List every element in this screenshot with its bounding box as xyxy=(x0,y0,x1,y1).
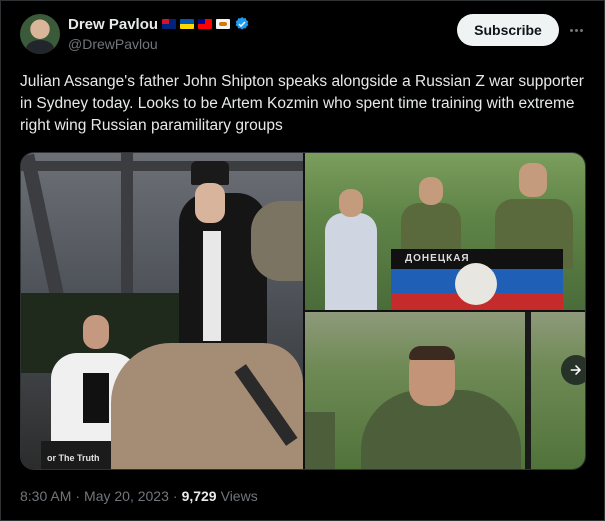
verified-badge-icon[interactable] xyxy=(234,16,250,32)
media-photo-2[interactable]: ДОНЕЦКАЯ xyxy=(305,153,585,310)
cyprus-flag-icon xyxy=(216,19,231,29)
tweet-meta: 8:30 AM · May 20, 2023 · 9,729 Views xyxy=(20,488,258,504)
views-count: 9,729 xyxy=(181,488,217,504)
meta-separator: · xyxy=(75,488,81,504)
subscribe-button[interactable]: Subscribe xyxy=(457,14,559,46)
tweet-text: Julian Assange's father John Shipton spe… xyxy=(20,73,584,134)
australia-flag-icon xyxy=(162,19,177,29)
media-photo-1[interactable]: or The Truth xyxy=(21,153,303,469)
avatar-shirt xyxy=(26,40,54,54)
author-display-name[interactable]: Drew Pavlou xyxy=(68,16,158,33)
media-photo-3[interactable] xyxy=(305,312,585,469)
ukraine-flag-icon xyxy=(180,19,195,29)
tweet-date[interactable]: May 20, 2023 xyxy=(84,488,169,504)
tweet-media-grid: or The Truth ДОНЕЦКАЯ xyxy=(20,152,586,470)
arrow-right-icon[interactable] xyxy=(561,355,585,385)
tweet-time[interactable]: 8:30 AM xyxy=(20,488,71,504)
views-label: Views xyxy=(220,488,258,504)
meta-separator-2: · xyxy=(172,488,178,504)
more-horizontal-icon[interactable] xyxy=(566,20,586,40)
author-avatar[interactable] xyxy=(20,14,60,54)
banner-text: ДОНЕЦКАЯ xyxy=(405,253,470,264)
author-name-row: Drew Pavlou xyxy=(68,15,250,33)
taiwan-flag-icon xyxy=(198,19,213,29)
photo-sign-text: or The Truth xyxy=(47,453,100,463)
author-handle[interactable]: @DrewPavlou xyxy=(68,36,158,52)
